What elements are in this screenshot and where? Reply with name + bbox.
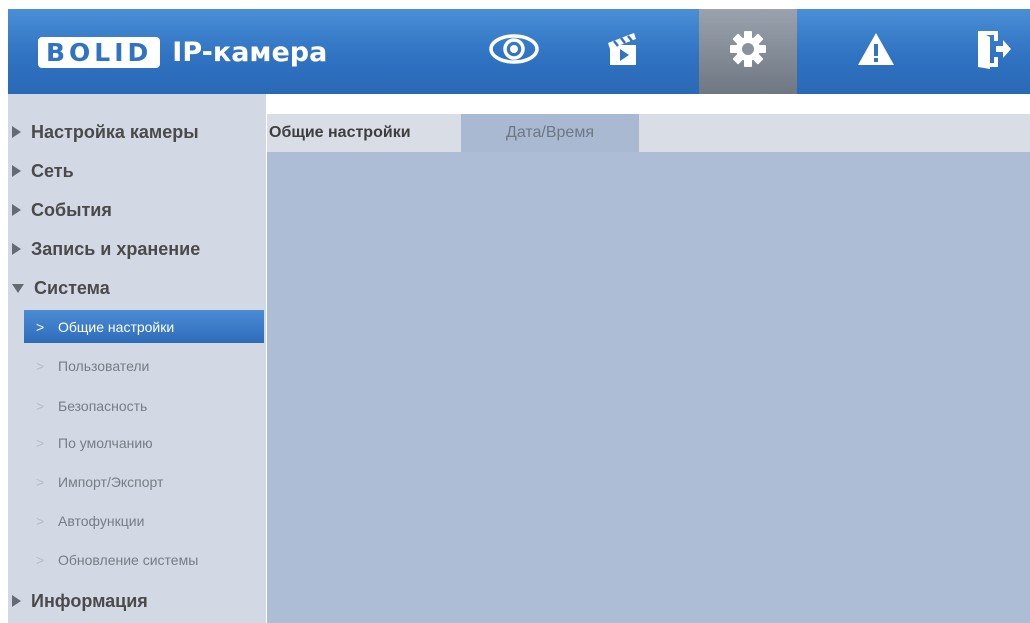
sidebar-section-label: События bbox=[31, 199, 112, 220]
tab-date-time[interactable]: Дата/Время bbox=[461, 114, 639, 152]
chevron-right-icon: > bbox=[36, 318, 45, 335]
sidebar-section-label: Система bbox=[34, 277, 110, 298]
nav-settings-button[interactable] bbox=[699, 9, 797, 94]
tabs-bar: Общие настройки Дата/Время bbox=[267, 114, 1030, 152]
chevron-right-icon: > bbox=[36, 358, 45, 374]
sidebar-section-label: Запись и хранение bbox=[31, 238, 201, 259]
nav-live-view-button[interactable] bbox=[474, 9, 554, 94]
sidebar-item-label: Импорт/Экспорт bbox=[58, 474, 164, 490]
sidebar-item-label: Пользователи bbox=[58, 358, 150, 374]
sidebar-item-label: Безопасность bbox=[58, 398, 148, 414]
sidebar-section-camera-settings[interactable]: Настройка камеры bbox=[8, 117, 258, 147]
sidebar-item-label: По умолчанию bbox=[58, 435, 153, 451]
chevron-right-icon: > bbox=[36, 398, 45, 414]
sidebar-section-information[interactable]: Информация bbox=[8, 586, 258, 616]
sidebar-section-network[interactable]: Сеть bbox=[8, 156, 258, 186]
sidebar-item-import-export[interactable]: > Импорт/Экспорт bbox=[24, 467, 264, 497]
nav-playback-button[interactable] bbox=[583, 9, 663, 94]
chevron-right-icon: > bbox=[36, 435, 45, 451]
sidebar-section-label: Настройка камеры bbox=[31, 121, 199, 142]
sidebar-section-events[interactable]: События bbox=[8, 195, 258, 225]
sidebar-item-label: Обновление системы bbox=[58, 552, 199, 568]
warning-icon bbox=[856, 31, 896, 72]
app-title: IP-камера bbox=[172, 37, 328, 68]
sidebar-section-label: Сеть bbox=[31, 160, 74, 181]
clapperboard-icon bbox=[606, 30, 640, 73]
logout-icon bbox=[976, 29, 1012, 74]
sidebar-item-users[interactable]: > Пользователи bbox=[24, 351, 264, 381]
logo: BOLID IP-камера bbox=[38, 37, 327, 68]
sidebar-item-label: Общие настройки bbox=[58, 318, 175, 335]
chevron-right-icon: > bbox=[36, 474, 45, 490]
sidebar-item-label: Автофункции bbox=[58, 513, 145, 529]
triangle-right-icon bbox=[12, 243, 21, 255]
sidebar-item-defaults[interactable]: > По умолчанию bbox=[24, 428, 264, 458]
chevron-right-icon: > bbox=[36, 552, 45, 568]
sidebar-section-recording-storage[interactable]: Запись и хранение bbox=[8, 234, 258, 264]
sidebar-section-system[interactable]: Система bbox=[8, 273, 258, 303]
nav-logout-button[interactable] bbox=[958, 9, 1030, 94]
triangle-right-icon bbox=[12, 126, 21, 138]
triangle-down-icon bbox=[12, 283, 24, 293]
triangle-right-icon bbox=[12, 595, 21, 607]
sidebar-item-system-update[interactable]: > Обновление системы bbox=[24, 545, 264, 575]
sidebar-item-security[interactable]: > Безопасность bbox=[24, 391, 264, 421]
triangle-right-icon bbox=[12, 165, 21, 177]
nav-alarm-button[interactable] bbox=[836, 9, 916, 94]
sidebar-item-auto-functions[interactable]: > Автофункции bbox=[24, 506, 264, 536]
gear-icon bbox=[729, 30, 767, 73]
top-header: BOLID IP-камера bbox=[8, 9, 1030, 94]
eye-icon bbox=[488, 32, 540, 71]
logo-mark: BOLID bbox=[38, 37, 161, 68]
triangle-right-icon bbox=[12, 204, 21, 216]
main-content-panel bbox=[267, 152, 1030, 623]
sidebar-item-general-settings[interactable]: > Общие настройки bbox=[24, 310, 264, 343]
tab-general-settings[interactable]: Общие настройки bbox=[267, 114, 462, 152]
chevron-right-icon: > bbox=[36, 513, 45, 529]
sidebar-section-label: Информация bbox=[31, 590, 148, 611]
